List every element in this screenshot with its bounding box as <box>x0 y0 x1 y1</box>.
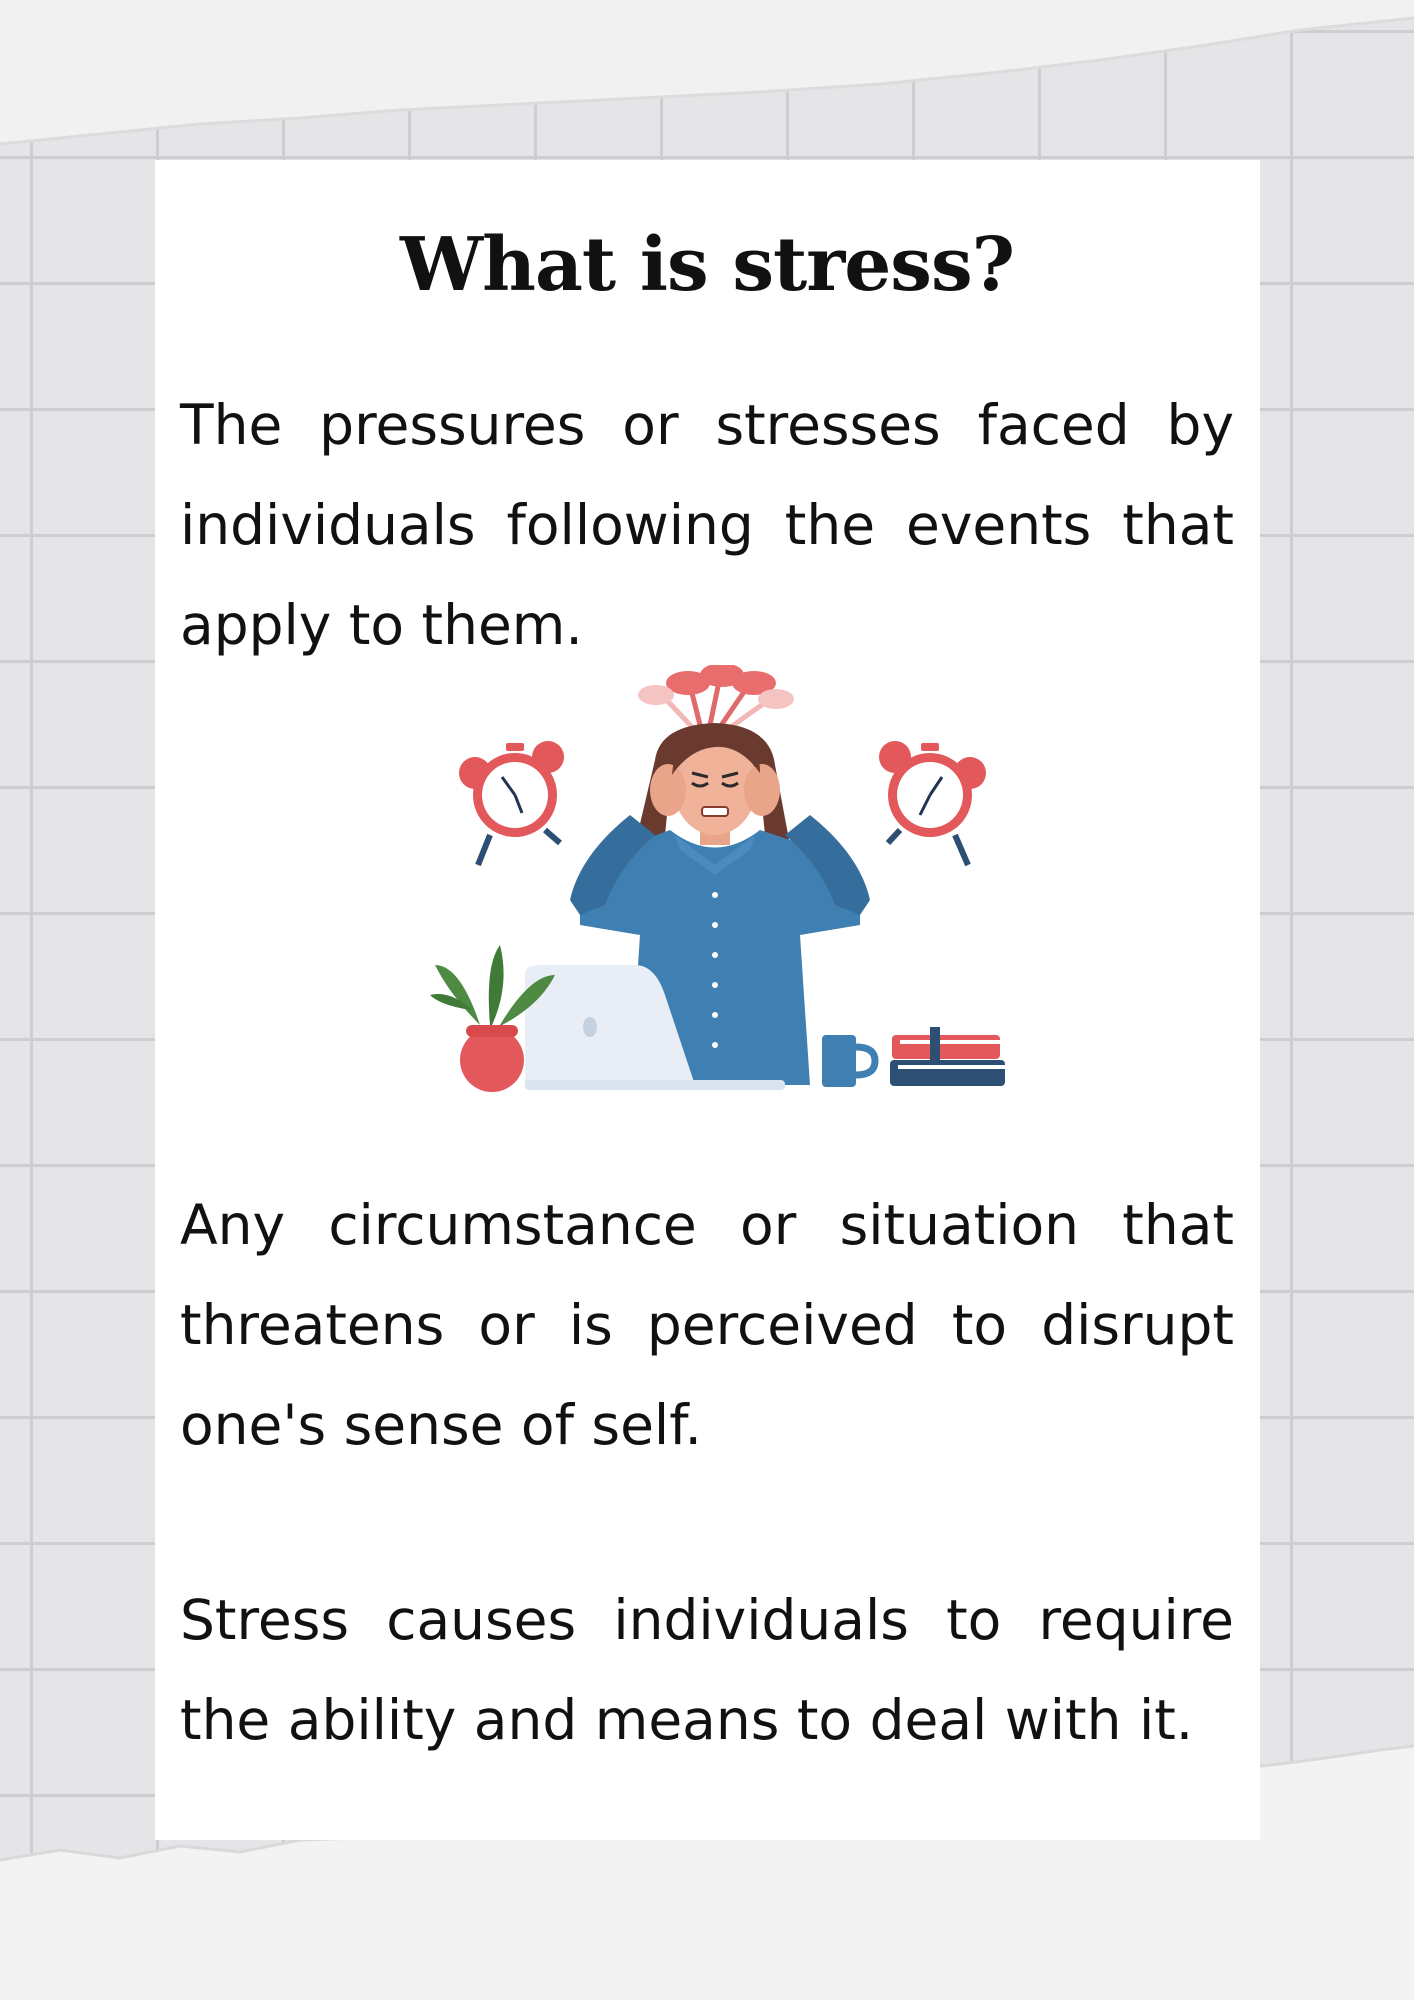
paragraph-3: Stress causes individuals to require the… <box>180 1588 1234 1752</box>
stress-burst-icon <box>638 665 794 732</box>
torn-paper-top <box>0 0 1414 146</box>
stressed-woman-illustration <box>430 665 1005 1092</box>
paragraph-1: The pressures or stresses faced by indiv… <box>180 393 1234 657</box>
paragraph-2: Any circumstance or situation that threa… <box>180 1193 1234 1457</box>
alarm-clock-icon <box>879 741 986 867</box>
alarm-clock-icon <box>459 741 564 867</box>
page-title: What is stress? <box>400 222 1015 308</box>
mug-icon <box>822 1035 879 1087</box>
books-icon <box>890 1027 1005 1086</box>
